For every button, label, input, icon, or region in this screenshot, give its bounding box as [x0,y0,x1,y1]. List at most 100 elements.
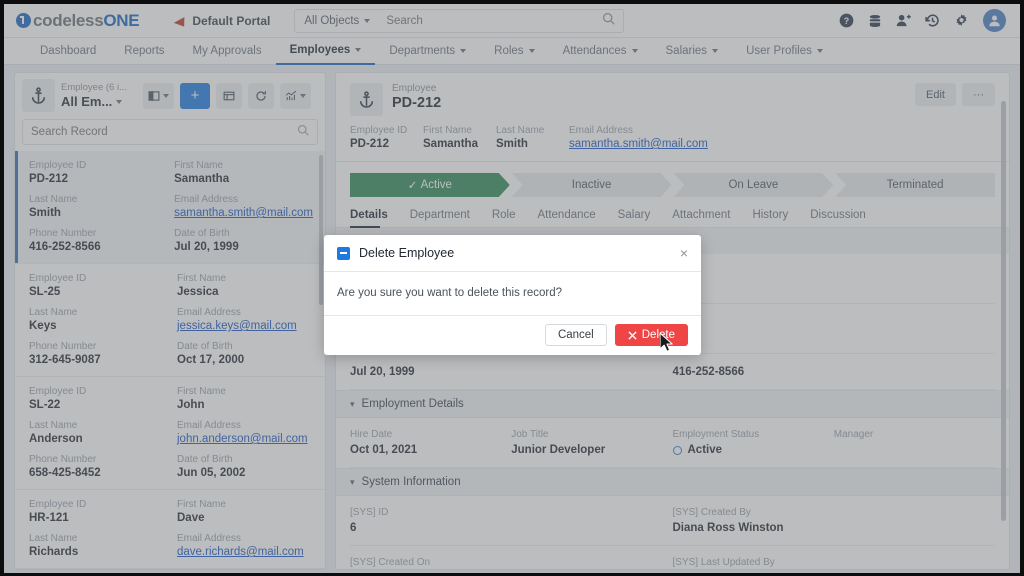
nav-item-user-profiles[interactable]: User Profiles [732,38,837,65]
app-logo[interactable]: codelessONE [16,11,140,31]
nav-label: Attendances [562,45,627,57]
field-label: First Name [423,125,472,136]
close-icon[interactable]: × [680,246,688,260]
field-placeholder [672,254,995,304]
chevron-down-icon: ▾ [350,476,355,487]
add-record-button[interactable]: + [180,82,210,109]
stage-on-leave[interactable]: On Leave [674,173,834,197]
add-user-icon[interactable] [896,13,911,28]
record-list-scrollbar[interactable] [319,155,323,305]
tab-salary[interactable]: Salary [618,209,665,227]
field-value: HR-121 [29,512,69,524]
tab-attendance[interactable]: Attendance [537,209,609,227]
search-icon[interactable] [602,12,623,30]
avatar[interactable] [983,9,1006,32]
list-item[interactable]: Employee ID HR-121 First Name Dave Last Na… [15,490,325,569]
help-icon[interactable]: ? [839,13,854,28]
nav-item-departments[interactable]: Departments [375,38,480,65]
window-frame-right [1020,0,1024,576]
field-sys-id: [SYS] ID 6 [350,496,673,546]
portal-selector[interactable]: Default Portal [174,13,271,28]
layout-icon-button[interactable] [143,82,174,109]
search-input[interactable] [378,14,603,27]
email-link[interactable]: jessica.keys@mail.com [177,319,313,333]
global-search[interactable]: All Objects [294,8,625,33]
nav-item-salaries[interactable]: Salaries [652,38,733,65]
object-view-selector[interactable]: Employee (6 i... All Em... [61,82,137,109]
record-header: Employee PD-212 Edit ··· [336,73,1009,116]
tab-details[interactable]: Details [350,209,402,228]
record-actions: Edit ··· [915,83,995,106]
list-item[interactable]: Employee ID PD-212 First Name Samantha Las… [15,151,325,264]
summary-field-first-name: First Name Samantha [423,124,496,151]
nav-item-employees[interactable]: Employees [275,38,376,65]
nav-item-attendances[interactable]: Attendances [549,38,652,65]
field-value: Jessica [177,286,219,298]
record-search-input[interactable] [31,126,297,138]
field-value: Jul 20, 1999 [350,366,415,378]
delete-button[interactable]: Delete [614,324,688,346]
history-icon[interactable] [925,13,940,28]
field-last-name: Last Name Richards [29,532,165,559]
email-link[interactable]: john.anderson@mail.com [177,432,313,446]
field-label: [SYS] Last Updated By [672,557,775,568]
tab-label: Attachment [672,209,731,221]
email-link[interactable]: samantha.smith@mail.com [174,206,313,220]
field-manager: Manager [833,418,995,468]
tab-history[interactable]: History [752,209,802,227]
nav-label: Reports [124,45,165,57]
tab-label: Salary [617,209,651,221]
field-dob: Date of Birth Jun 05, 2002 [177,453,313,480]
list-item[interactable]: Employee ID SL-25 First Name Jessica Last … [15,264,325,377]
record-search-box[interactable] [22,119,318,145]
field-value: SL-22 [29,399,61,411]
field-value: Samantha [174,173,230,185]
all-objects-dropdown[interactable]: All Objects [295,15,378,27]
stage-terminated[interactable]: Terminated [835,173,995,197]
top-bar: codelessONE Default Portal All Objects ? [4,4,1020,38]
field-label: Last Name [496,125,545,136]
search-icon[interactable] [297,123,309,141]
field-value: Jul 20, 1999 [174,241,239,253]
tab-attachment[interactable]: Attachment [672,209,744,227]
list-item[interactable]: Employee ID SL-22 First Name John Last Nam… [15,377,325,490]
field-hire-date: Hire Date Oct 01, 2021 [350,418,512,468]
tab-role[interactable]: Role [492,209,530,227]
field-value: Diana Ross Winston [672,522,784,534]
more-actions-button[interactable]: ··· [962,83,995,106]
record-list[interactable]: Employee ID PD-212 First Name Samantha Las… [14,151,326,570]
nav-item-reports[interactable]: Reports [110,38,178,65]
window-frame-left [0,0,4,576]
email-link[interactable]: dave.richards@mail.com [177,545,313,559]
field-label: Employee ID [29,273,87,284]
edit-button[interactable]: Edit [915,83,956,106]
tab-label: Discussion [810,209,866,221]
dialog-header: Delete Employee × [324,235,701,272]
tab-discussion[interactable]: Discussion [810,209,880,227]
view-name-label: All Em... [61,94,137,109]
nav-label: User Profiles [746,45,812,57]
gear-icon[interactable] [954,13,969,28]
nav-item-my-approvals[interactable]: My Approvals [179,38,276,65]
detail-panel-scrollbar[interactable] [1001,101,1006,521]
database-icon[interactable] [868,14,882,28]
refresh-icon-button[interactable] [248,82,274,109]
object-anchor-icon[interactable] [22,79,55,112]
section-system-information[interactable]: ▾ System Information [336,468,1009,496]
email-link[interactable]: samantha.smith@mail.com [569,137,769,151]
nav-item-roles[interactable]: Roles [480,38,548,65]
nav-item-dashboard[interactable]: Dashboard [26,38,110,65]
list-view-icon-button[interactable] [216,82,242,109]
portal-label: Default Portal [192,13,271,28]
section-employment-details[interactable]: ▾ Employment Details [336,390,1009,418]
minimize-icon[interactable] [337,246,350,260]
field-label: Manager [833,429,874,440]
delete-employee-dialog: Delete Employee × Are you sure you want … [324,235,701,355]
stage-inactive[interactable]: Inactive [512,173,672,197]
chevron-down-icon: ▾ [350,398,355,409]
field-value: Richards [29,546,79,558]
stage-active[interactable]: ✓ Active [350,173,510,197]
cancel-button[interactable]: Cancel [544,324,607,346]
tab-department[interactable]: Department [410,209,484,227]
chart-icon-button[interactable] [280,82,311,109]
